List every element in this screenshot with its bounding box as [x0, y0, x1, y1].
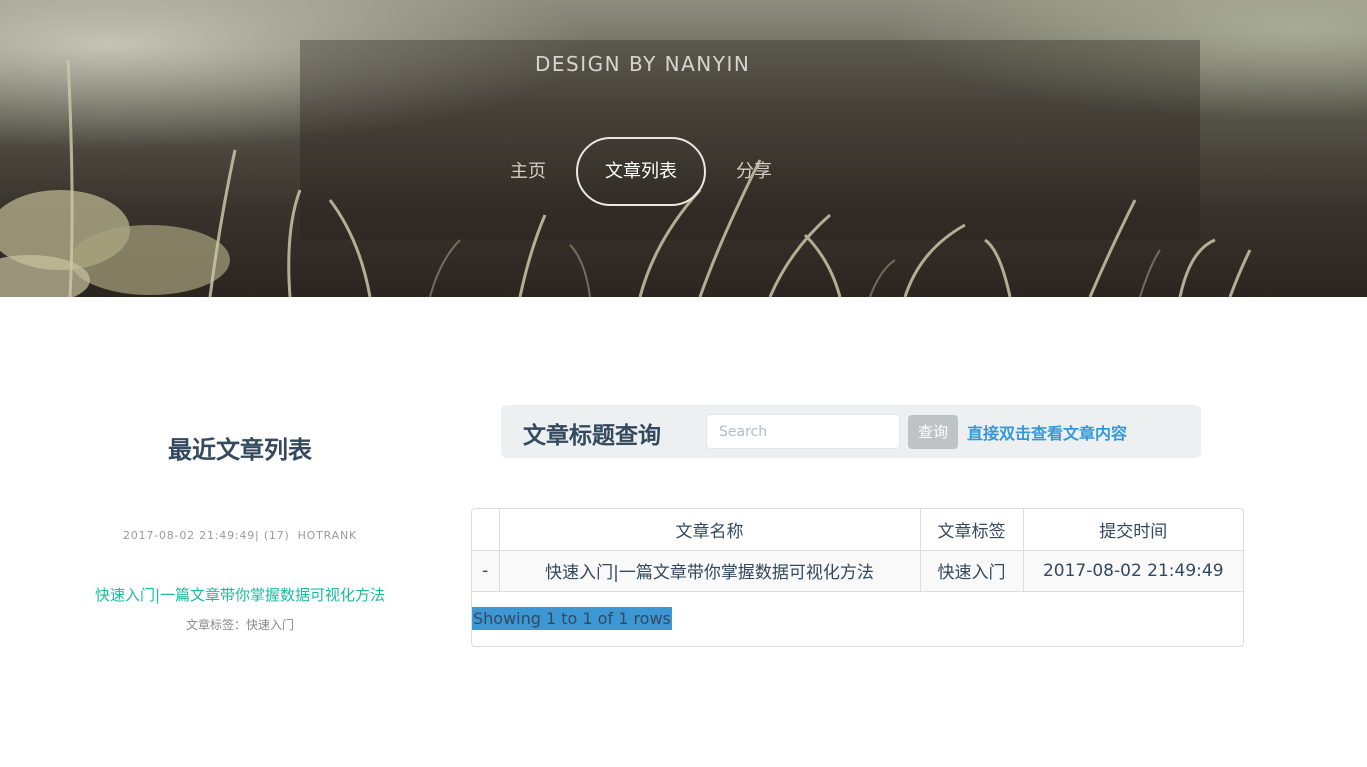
table-header-row: 文章名称 文章标签 提交时间 [472, 509, 1243, 551]
table-header-name[interactable]: 文章名称 [499, 509, 921, 551]
pagination-info: Showing 1 to 1 of 1 rows [472, 607, 672, 630]
table-header-check [472, 509, 500, 551]
table-header-time[interactable]: 提交时间 [1023, 509, 1243, 551]
article-table: 文章名称 文章标签 提交时间 - 快速入门|一篇文章带你掌握数据可视化方法 快速… [471, 508, 1244, 647]
post-date-views: 2017-08-02 21:49:49| (17) [122, 529, 290, 542]
recent-articles-title: 最近文章列表 [168, 436, 312, 464]
article-search-bar: 文章标题查询 查询 直接双击查看文章内容 [501, 405, 1201, 458]
hero-banner: DESIGN BY NANYIN 主页 文章列表 分享 [0, 0, 1367, 297]
site-brand: DESIGN BY NANYIN [535, 52, 751, 76]
main-nav: 主页 文章列表 分享 [494, 137, 788, 206]
nav-item-home[interactable]: 主页 [494, 137, 562, 206]
post-meta: 2017-08-02 21:49:49| (17) HOTRANK [90, 529, 390, 542]
search-hint: 直接双击查看文章内容 [967, 424, 1128, 443]
post-tag-line: 文章标签：快速入门 [185, 618, 294, 632]
table-cell-time: 2017-08-02 21:49:49 [1023, 550, 1243, 592]
table-header-tag[interactable]: 文章标签 [920, 509, 1024, 551]
post-title-link[interactable]: 快速入门|一篇文章带你掌握数据可视化方法 [70, 584, 410, 605]
search-title: 文章标题查询 [523, 423, 661, 449]
nav-item-article-list[interactable]: 文章列表 [576, 137, 706, 206]
search-button[interactable]: 查询 [908, 415, 958, 449]
nav-item-share[interactable]: 分享 [720, 137, 788, 206]
table-cell-name[interactable]: 快速入门|一篇文章带你掌握数据可视化方法 [499, 550, 921, 592]
table-cell-check: - [472, 550, 500, 592]
table-cell-tag: 快速入门 [920, 550, 1024, 592]
post-author[interactable]: HOTRANK [298, 529, 357, 542]
search-input[interactable] [706, 414, 900, 449]
table-row[interactable]: - 快速入门|一篇文章带你掌握数据可视化方法 快速入门 2017-08-02 2… [472, 550, 1243, 592]
